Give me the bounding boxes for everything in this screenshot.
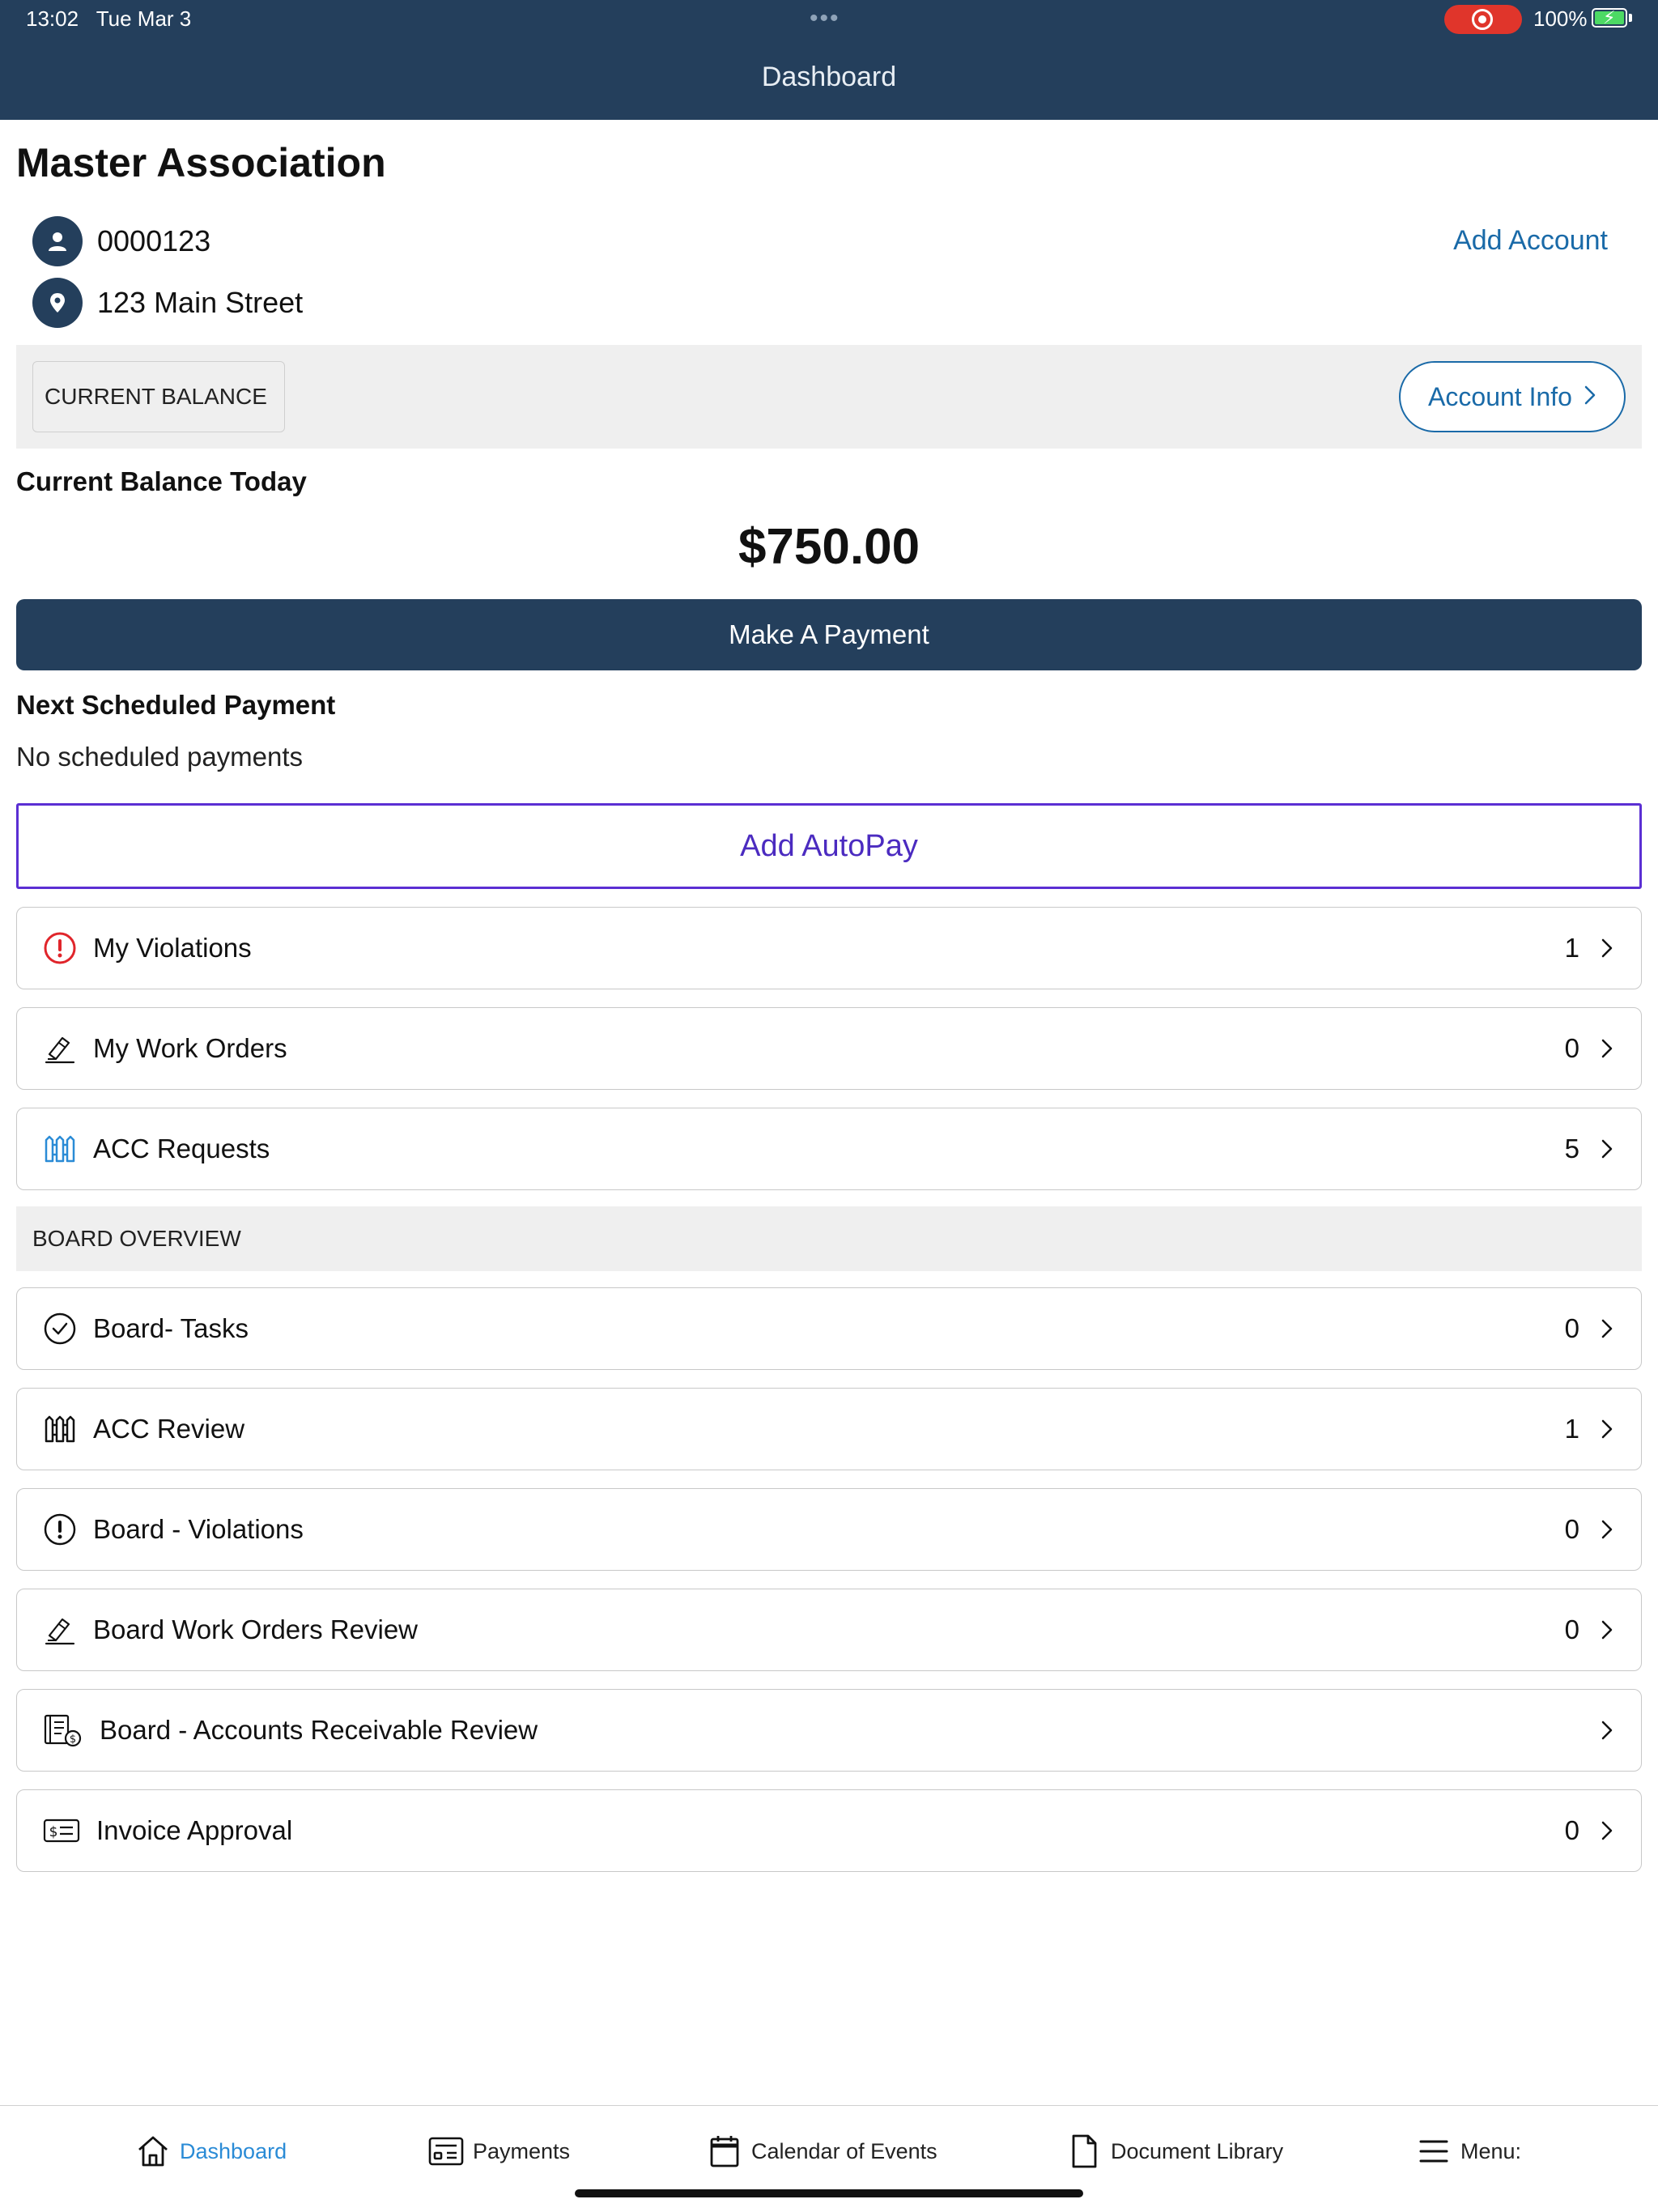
check-circle-icon [41, 1310, 79, 1347]
home-icon [134, 2133, 172, 2170]
list-item-my-work-orders[interactable]: My Work Orders 0 [16, 1007, 1642, 1090]
chevron-right-icon [1596, 1317, 1618, 1340]
account-number: 0000123 [97, 224, 211, 257]
document-icon [1065, 2133, 1103, 2170]
list-item-label: ACC Review [93, 1414, 245, 1444]
list-item-acc-review[interactable]: ACC Review 1 [16, 1388, 1642, 1470]
list-item-board-work-orders-review[interactable]: Board Work Orders Review 0 [16, 1589, 1642, 1671]
current-balance-today-label: Current Balance Today [16, 466, 307, 496]
tab-menu[interactable]: Menu: [1415, 2129, 1521, 2174]
balance-amount: $750.00 [738, 519, 920, 575]
list-item-count: 0 [1564, 1033, 1579, 1063]
chevron-right-icon [1596, 937, 1618, 959]
next-scheduled-payment-title: Next Scheduled Payment [16, 690, 336, 720]
page-title: Dashboard [761, 62, 897, 92]
list-item-label: Board- Tasks [93, 1313, 249, 1343]
list-item-label: My Violations [93, 933, 252, 963]
list-item-invoice-approval[interactable]: $ Invoice Approval 0 [16, 1789, 1642, 1872]
chevron-right-icon [1596, 1418, 1618, 1440]
battery-percent: 100% [1533, 6, 1588, 31]
svg-text:$: $ [49, 1824, 58, 1840]
list-item-count: 1 [1564, 933, 1579, 963]
list-item-count: 0 [1564, 1514, 1579, 1544]
tab-document-library[interactable]: Document Library [1065, 2129, 1283, 2174]
chevron-right-icon [1596, 1518, 1618, 1541]
list-item-label: ACC Requests [93, 1134, 270, 1163]
payment-card-icon [427, 2133, 465, 2170]
fence-icon [41, 1130, 79, 1168]
fence-icon [41, 1410, 79, 1448]
list-item-label: Board - Accounts Receivable Review [100, 1715, 538, 1745]
chevron-right-icon [1596, 1138, 1618, 1160]
menu-icon [1415, 2133, 1452, 2170]
chevron-right-icon [1584, 382, 1596, 412]
add-account-link[interactable]: Add Account [1453, 225, 1608, 257]
add-autopay-button[interactable]: Add AutoPay [16, 803, 1642, 889]
chevron-right-icon [1596, 1819, 1618, 1842]
list-item-count: 0 [1564, 1614, 1579, 1644]
person-icon [32, 216, 83, 266]
invoice-icon: $ [41, 1812, 82, 1849]
list-item-board-tasks[interactable]: Board- Tasks 0 [16, 1287, 1642, 1370]
status-time: 13:02 Tue Mar 3 [26, 6, 192, 31]
hammer-icon [41, 1030, 79, 1067]
alert-circle-icon [41, 929, 79, 967]
current-balance-tab[interactable]: CURRENT BALANCE [32, 361, 285, 432]
account-info-button[interactable]: Account Info [1399, 361, 1626, 432]
list-item-count: 1 [1564, 1414, 1579, 1444]
list-item-label: Board Work Orders Review [93, 1614, 419, 1644]
list-item-board-accounts-receivable[interactable]: $ Board - Accounts Receivable Review [16, 1689, 1642, 1772]
battery-icon: ⚡ [1592, 8, 1627, 28]
svg-text:$: $ [70, 1733, 76, 1746]
top-bar: 13:02 Tue Mar 3 ••• 100% ⚡ Dashboard [0, 0, 1658, 120]
alert-circle-icon [41, 1511, 79, 1548]
balance-band: CURRENT BALANCE Account Info [16, 345, 1642, 449]
address-row: 123 Main Street [32, 278, 303, 328]
list-item-count: 0 [1564, 1313, 1579, 1343]
chevron-right-icon [1596, 1719, 1618, 1742]
list-item-label: Invoice Approval [96, 1815, 293, 1845]
chevron-right-icon [1596, 1037, 1618, 1060]
association-name: Master Association [16, 140, 386, 185]
list-item-label: Board - Violations [93, 1514, 304, 1544]
address: 123 Main Street [97, 286, 304, 319]
multitask-dots-icon[interactable]: ••• [810, 5, 840, 32]
calendar-icon [706, 2133, 743, 2170]
chevron-right-icon [1596, 1619, 1618, 1641]
list-item-acc-requests[interactable]: ACC Requests 5 [16, 1108, 1642, 1190]
screen-recording-icon[interactable] [1444, 5, 1522, 34]
receivable-icon: $ [41, 1712, 85, 1749]
make-payment-button[interactable]: Make A Payment [16, 599, 1642, 670]
tab-calendar-of-events[interactable]: Calendar of Events [706, 2129, 937, 2174]
scheduled-payments-status: No scheduled payments [16, 742, 304, 772]
list-item-count: 0 [1564, 1815, 1579, 1845]
account-number-row: 0000123 [32, 216, 210, 266]
tab-dashboard[interactable]: Dashboard [134, 2129, 287, 2174]
location-pin-icon [32, 278, 83, 328]
list-item-label: My Work Orders [93, 1033, 287, 1063]
list-item-my-violations[interactable]: My Violations 1 [16, 907, 1642, 989]
list-item-board-violations[interactable]: Board - Violations 0 [16, 1488, 1642, 1571]
board-overview-header: BOARD OVERVIEW [16, 1206, 1642, 1271]
hammer-icon [41, 1611, 79, 1648]
tab-payments[interactable]: Payments [427, 2129, 570, 2174]
list-item-count: 5 [1564, 1134, 1579, 1163]
home-indicator[interactable] [575, 2189, 1083, 2197]
